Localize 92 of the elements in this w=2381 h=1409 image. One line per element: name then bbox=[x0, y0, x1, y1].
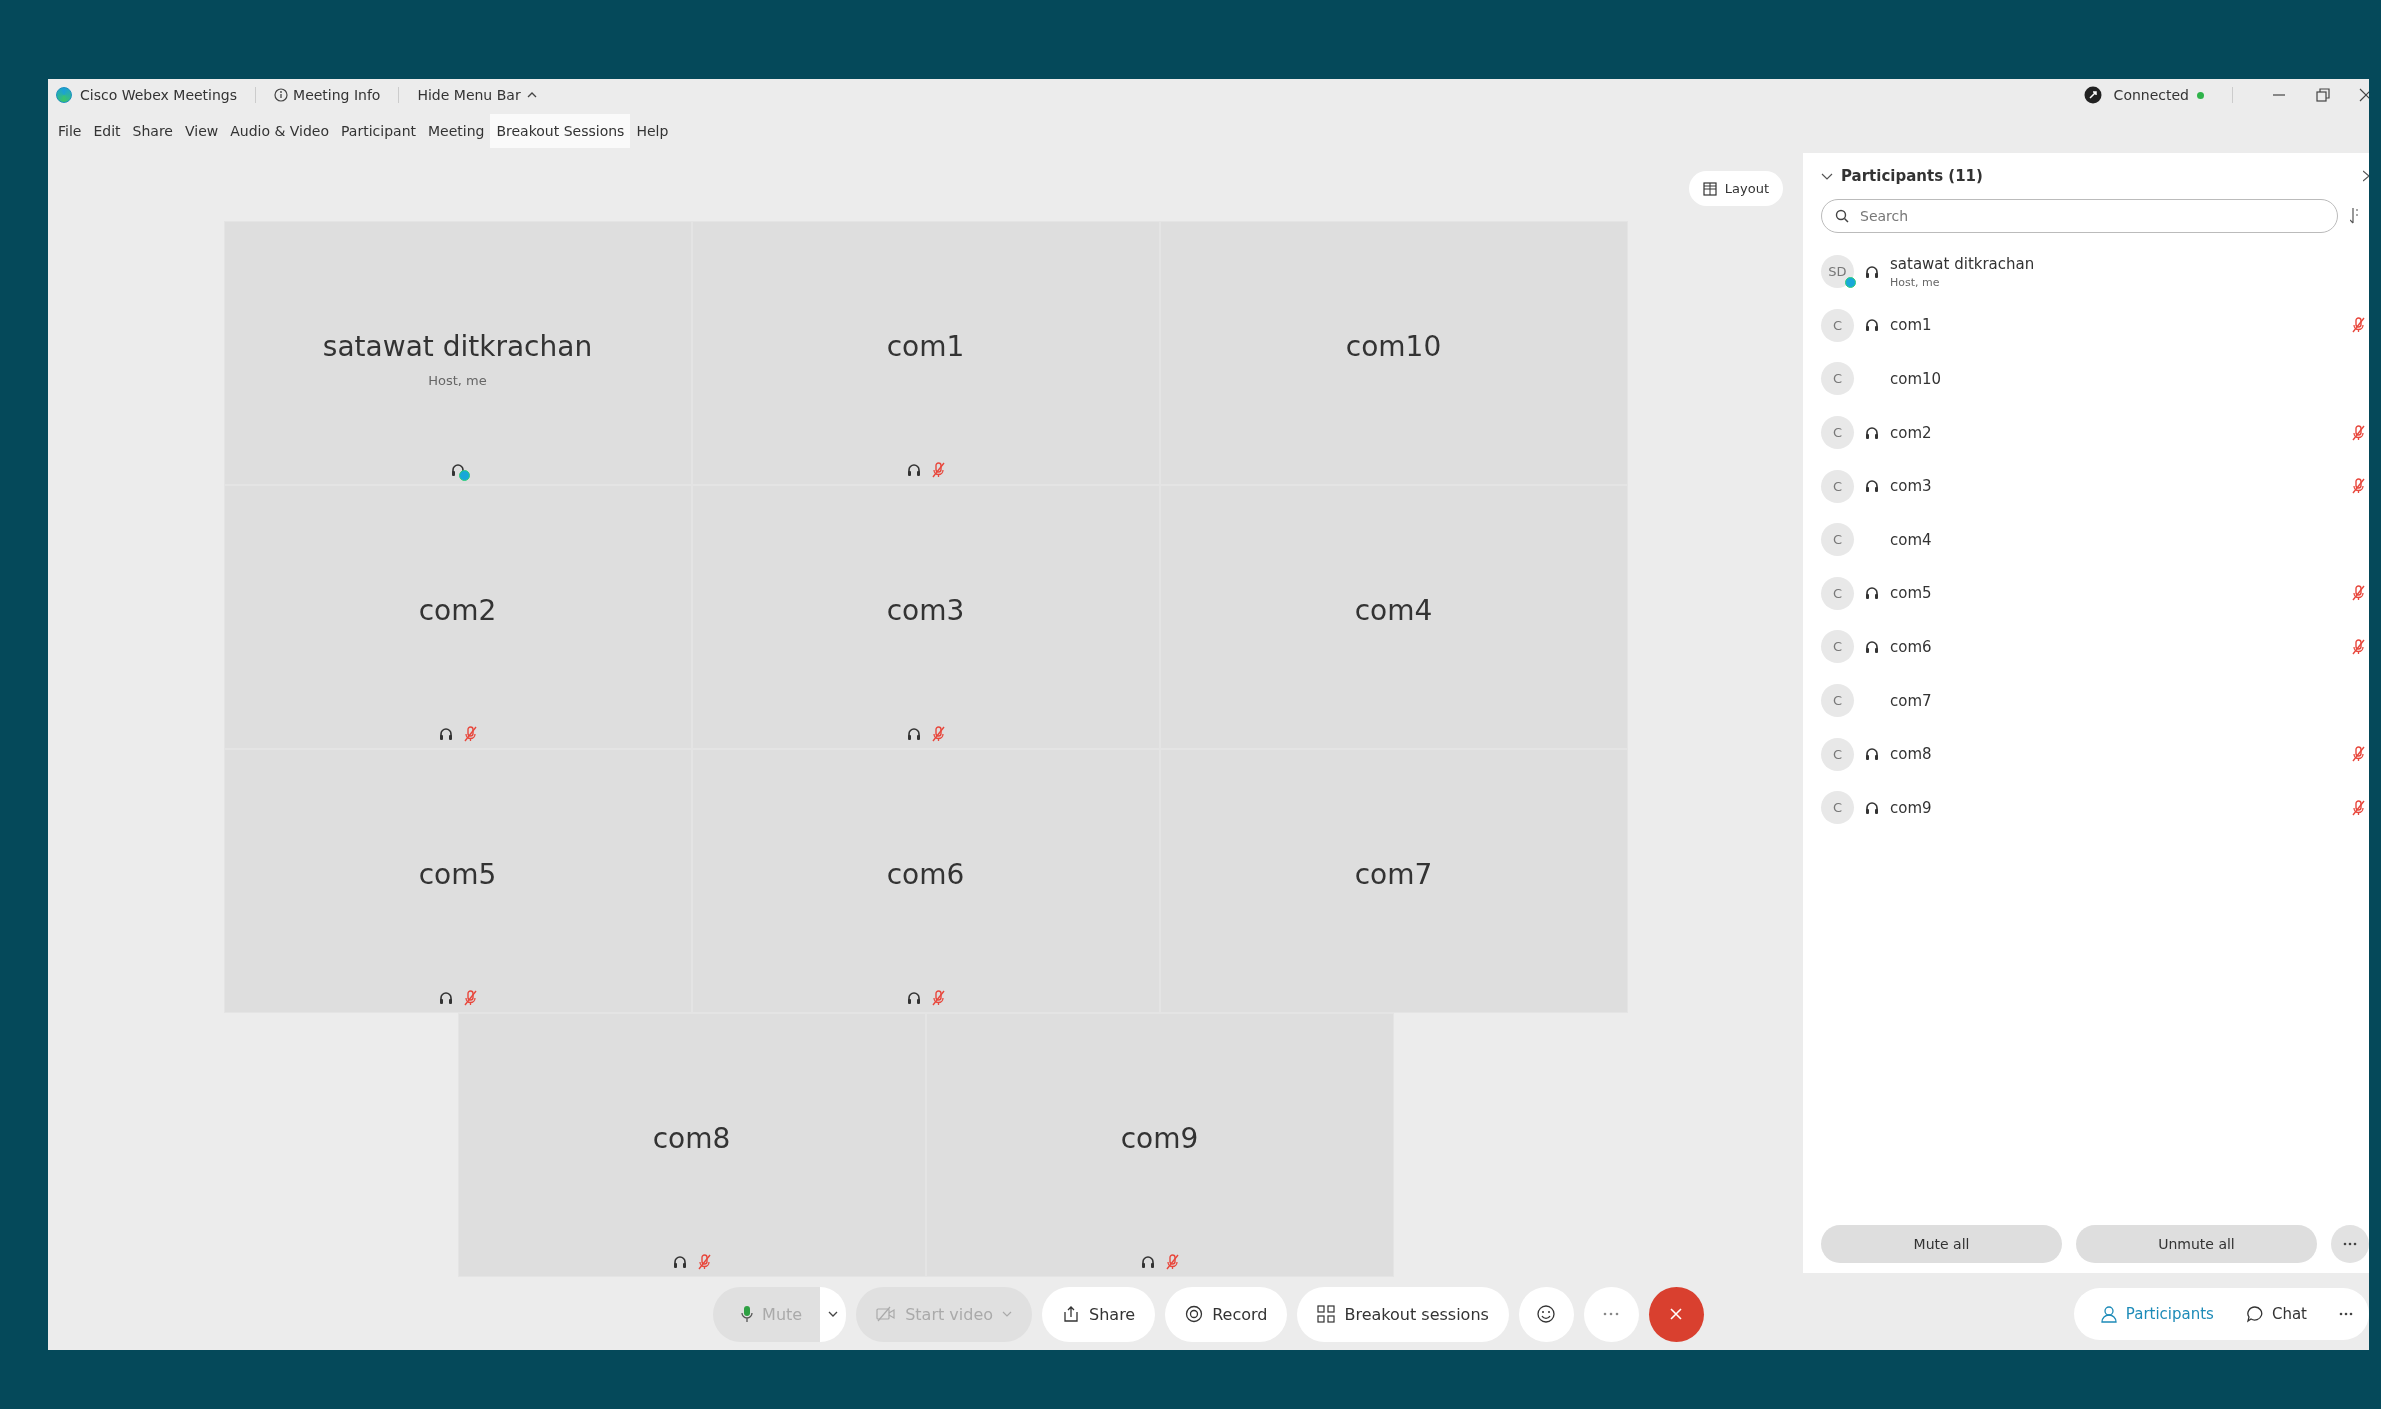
status-dot-icon bbox=[2197, 91, 2204, 99]
participant-name: com4 bbox=[1354, 594, 1433, 627]
caret-icon bbox=[1002, 1310, 1013, 1318]
search-icon bbox=[1835, 209, 1849, 223]
avatar: C bbox=[1821, 737, 1854, 771]
avatar: C bbox=[1821, 523, 1854, 557]
menu-item[interactable]: Meeting bbox=[422, 114, 491, 148]
menu-item[interactable]: View bbox=[178, 114, 225, 148]
participant-name: com1 bbox=[1890, 316, 1932, 335]
share-icon bbox=[1062, 1306, 1081, 1322]
participant-row[interactable]: SD satawat ditkrachan Host, me bbox=[1821, 245, 2369, 299]
layout-button[interactable]: Layout bbox=[1688, 171, 1783, 206]
participant-row[interactable]: C com5 bbox=[1821, 566, 2369, 621]
participant-name: com2 bbox=[418, 594, 497, 627]
participant-name: com3 bbox=[886, 594, 965, 627]
avatar: C bbox=[1821, 684, 1854, 718]
collapse-icon[interactable] bbox=[1821, 171, 1833, 181]
restore-icon[interactable] bbox=[2315, 87, 2331, 103]
avatar: C bbox=[1821, 630, 1854, 664]
avatar: C bbox=[1821, 576, 1854, 610]
participant-row[interactable]: C com10 bbox=[1821, 352, 2369, 406]
participant-name: com5 bbox=[1890, 584, 1932, 603]
panel-button[interactable]: Mute all bbox=[1821, 1225, 2062, 1263]
participant-row[interactable]: C com7 bbox=[1821, 673, 2369, 728]
grid-icon bbox=[1702, 181, 1717, 196]
record-button[interactable]: Record bbox=[1165, 1286, 1288, 1342]
info-icon bbox=[274, 88, 289, 102]
participant-row[interactable]: C com9 bbox=[1821, 780, 2369, 835]
avatar: C bbox=[1821, 791, 1854, 825]
participants-tab[interactable]: Participants bbox=[2083, 1288, 2230, 1340]
participant-role: Host, me bbox=[1890, 275, 1941, 289]
panel-button[interactable]: Unmute all bbox=[2076, 1225, 2317, 1263]
participant-name: com6 bbox=[1890, 637, 1932, 656]
participant-role: Host, me bbox=[428, 373, 487, 388]
search-field[interactable]: Search bbox=[1821, 199, 2338, 233]
more-icon bbox=[2343, 1242, 2357, 1246]
avatar: C bbox=[1821, 362, 1854, 396]
app-logo-icon bbox=[56, 87, 72, 103]
more-icon bbox=[1603, 1312, 1620, 1316]
participant-row[interactable]: C com3 bbox=[1821, 459, 2369, 513]
menu-item[interactable]: Breakout Sessions bbox=[490, 114, 631, 148]
participant-name: com2 bbox=[1890, 423, 1932, 442]
caret-icon bbox=[525, 90, 538, 100]
smiley-icon bbox=[1536, 1304, 1557, 1324]
participant-name: satawat ditkrachan bbox=[322, 330, 593, 363]
menu-item[interactable]: Edit bbox=[87, 114, 127, 148]
chat-bubble-icon bbox=[2245, 1305, 2264, 1323]
participant-name: com5 bbox=[418, 858, 497, 891]
caret-icon bbox=[828, 1310, 839, 1318]
participant-name: com10 bbox=[1345, 330, 1442, 363]
hide-menu-bar-button[interactable]: Hide Menu Bar bbox=[417, 87, 538, 103]
participant-name: com7 bbox=[1890, 691, 1932, 710]
participant-name: com6 bbox=[886, 858, 965, 891]
avatar: C bbox=[1821, 416, 1854, 450]
participant-row[interactable]: C com6 bbox=[1821, 620, 2369, 674]
participant-row[interactable]: C com2 bbox=[1821, 405, 2369, 460]
share-button[interactable]: Share bbox=[1042, 1286, 1156, 1342]
avatar: C bbox=[1821, 308, 1854, 342]
participant-name: com3 bbox=[1890, 477, 1932, 496]
menu-item[interactable]: File bbox=[52, 114, 88, 148]
participant-name: com7 bbox=[1354, 858, 1433, 891]
meeting-info-button[interactable]: Meeting Info bbox=[274, 87, 381, 103]
participant-row[interactable]: C com1 bbox=[1821, 298, 2369, 353]
participant-name: com1 bbox=[886, 330, 965, 363]
participant-row[interactable]: C com4 bbox=[1821, 512, 2369, 567]
panel-title: Participants (11) bbox=[1841, 167, 1983, 185]
person-icon bbox=[2099, 1305, 2118, 1323]
participant-name: com4 bbox=[1890, 530, 1932, 549]
app-title: Cisco Webex Meetings bbox=[80, 87, 238, 103]
menu-item[interactable]: Audio & Video bbox=[224, 114, 336, 148]
menu-item[interactable]: Help bbox=[630, 114, 675, 148]
menu-item[interactable]: Participant bbox=[335, 114, 422, 148]
participant-row[interactable]: C com8 bbox=[1821, 727, 2369, 781]
more-icon bbox=[2339, 1312, 2353, 1316]
sort-icon[interactable] bbox=[2350, 207, 2358, 225]
avatar: C bbox=[1821, 469, 1854, 503]
breakout-icon bbox=[1317, 1305, 1336, 1323]
connection-status: Connected bbox=[2113, 87, 2189, 103]
record-icon bbox=[1185, 1305, 1204, 1323]
microphone-icon bbox=[741, 1305, 754, 1323]
participant-name: com10 bbox=[1890, 370, 1942, 388]
connection-icon bbox=[2083, 86, 2102, 104]
video-off-icon bbox=[876, 1306, 897, 1322]
breakout-sessions-button[interactable]: Breakout sessions bbox=[1297, 1286, 1509, 1342]
participant-name: satawat ditkrachan bbox=[1890, 254, 2035, 273]
participant-name: com8 bbox=[1890, 745, 1932, 764]
chat-tab[interactable]: Chat bbox=[2229, 1288, 2323, 1340]
participant-name: com9 bbox=[1120, 1122, 1199, 1155]
participant-name: com9 bbox=[1890, 798, 1932, 817]
participant-name: com8 bbox=[652, 1122, 731, 1155]
avatar: SD bbox=[1821, 255, 1854, 289]
menu-item[interactable]: Share bbox=[126, 114, 179, 148]
